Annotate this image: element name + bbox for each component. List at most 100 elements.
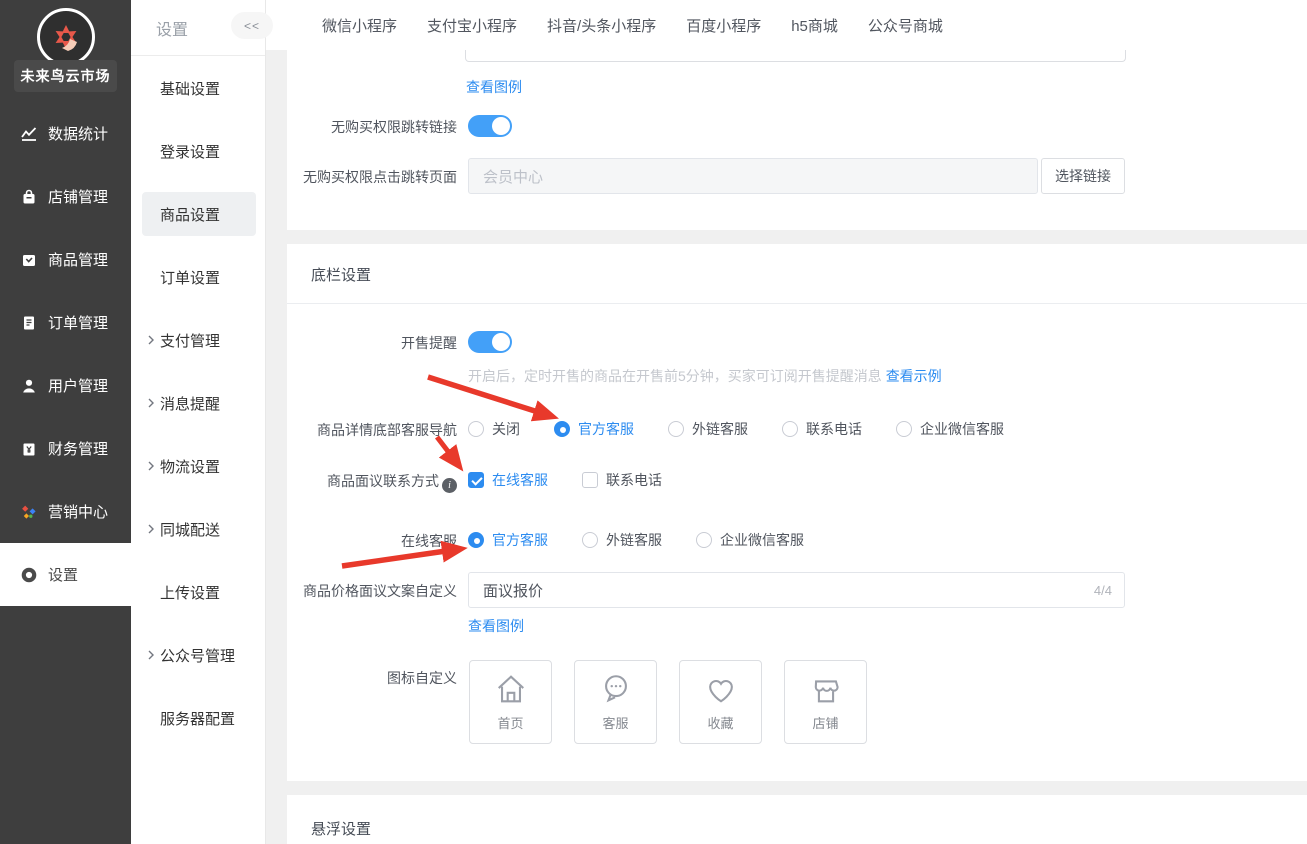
floating-settings-card: 悬浮设置 bbox=[287, 795, 1307, 844]
radio-external-service[interactable]: 外链客服 bbox=[668, 419, 748, 439]
tab-official-account-mall[interactable]: 公众号商城 bbox=[868, 15, 943, 36]
radio-official-service[interactable]: 官方客服 bbox=[554, 419, 634, 439]
sidebar-item-label: 设置 bbox=[48, 567, 79, 584]
sidebar-item-label: 财务管理 bbox=[48, 441, 109, 458]
radio-icon bbox=[782, 421, 798, 437]
info-icon: i bbox=[442, 478, 457, 493]
brand-logo-icon bbox=[37, 8, 95, 66]
radio-wecom-service[interactable]: 企业微信客服 bbox=[696, 530, 804, 550]
primary-sidebar: 未来鸟云市场 数据统计 店铺管理 商品管理 订单管理 用户管理 财务管理 营销中… bbox=[0, 0, 131, 844]
platform-tabbar: 微信小程序 支付宝小程序 抖音/头条小程序 百度小程序 h5商城 公众号商城 bbox=[266, 0, 1307, 50]
radio-wecom-service[interactable]: 企业微信客服 bbox=[896, 419, 1004, 439]
chevron-right-icon bbox=[148, 335, 154, 345]
price-text-label: 商品价格面议文案自定义 bbox=[303, 583, 457, 599]
checkbox-contact-phone[interactable]: 联系电话 bbox=[582, 470, 662, 490]
checkbox-online-service[interactable]: 在线客服 bbox=[468, 470, 548, 490]
view-example-link[interactable]: 查看图例 bbox=[466, 77, 522, 97]
radio-icon bbox=[668, 421, 684, 437]
sidebar-item-goods-mgmt[interactable]: 商品管理 bbox=[0, 228, 131, 291]
subnav-official-account-mgmt[interactable]: 公众号管理 bbox=[131, 633, 266, 677]
chart-icon bbox=[20, 125, 38, 143]
sidebar-item-statistics[interactable]: 数据统计 bbox=[0, 102, 131, 165]
divider bbox=[287, 303, 1307, 304]
icon-card-favorite[interactable]: 收藏 bbox=[679, 660, 762, 744]
subnav-payment-mgmt[interactable]: 支付管理 bbox=[131, 318, 266, 362]
store-icon bbox=[814, 680, 839, 703]
radio-icon bbox=[468, 421, 484, 437]
settings-sidebar-title: 设置 bbox=[156, 22, 189, 39]
collapse-sidebar-button[interactable]: << bbox=[231, 12, 273, 39]
icon-card-service[interactable]: 客服 bbox=[574, 660, 657, 744]
tab-baidu-miniprogram[interactable]: 百度小程序 bbox=[686, 15, 761, 36]
home-icon bbox=[497, 675, 524, 703]
finance-icon bbox=[20, 440, 38, 458]
clipped-input[interactable] bbox=[465, 50, 1126, 62]
favorite-icon bbox=[708, 679, 733, 703]
marketing-icon bbox=[20, 503, 38, 521]
subnav-login-settings[interactable]: 登录设置 bbox=[131, 129, 266, 173]
no-permission-page-input[interactable]: 会员中心 bbox=[468, 158, 1038, 194]
negotiable-contact-options: 在线客服 联系电话 bbox=[468, 470, 662, 490]
sidebar-item-label: 店铺管理 bbox=[48, 189, 109, 206]
sidebar-item-marketing[interactable]: 营销中心 bbox=[0, 480, 131, 543]
subnav-upload-settings[interactable]: 上传设置 bbox=[131, 570, 266, 614]
radio-icon bbox=[896, 421, 912, 437]
order-icon bbox=[20, 314, 38, 332]
radio-icon bbox=[582, 532, 598, 548]
online-service-label: 在线客服 bbox=[401, 533, 457, 549]
tab-douyin-miniprogram[interactable]: 抖音/头条小程序 bbox=[547, 15, 656, 36]
subnav-message-reminder[interactable]: 消息提醒 bbox=[131, 381, 266, 425]
user-icon bbox=[20, 377, 38, 395]
subnav-goods-settings[interactable]: 商品设置 bbox=[142, 192, 256, 236]
toggle-knob bbox=[492, 117, 510, 135]
radio-icon bbox=[696, 532, 712, 548]
checkbox-checked-icon bbox=[468, 472, 484, 488]
subnav-order-settings[interactable]: 订单设置 bbox=[131, 255, 266, 299]
subnav-server-config[interactable]: 服务器配置 bbox=[131, 696, 266, 740]
tab-wechat-miniprogram[interactable]: 微信小程序 bbox=[322, 15, 397, 36]
sidebar-item-label: 数据统计 bbox=[48, 126, 109, 143]
chevron-right-icon bbox=[148, 398, 154, 408]
radio-icon-selected bbox=[554, 421, 570, 437]
settings-sidebar: 设置 << 基础设置 登录设置 商品设置 订单设置 支付管理 消息提醒 物流设置… bbox=[131, 0, 273, 844]
no-permission-toggle[interactable] bbox=[468, 115, 512, 137]
sidebar-item-order-mgmt[interactable]: 订单管理 bbox=[0, 291, 131, 354]
shop-icon bbox=[20, 188, 38, 206]
no-permission-page-label: 无购买权限点击跳转页面 bbox=[303, 169, 457, 185]
price-text-input[interactable]: 面议报价 4/4 bbox=[468, 572, 1125, 608]
radio-external-service[interactable]: 外链客服 bbox=[582, 530, 662, 550]
main-content: 微信小程序 支付宝小程序 抖音/头条小程序 百度小程序 h5商城 公众号商城 查… bbox=[266, 0, 1307, 844]
sidebar-item-settings[interactable]: 设置 bbox=[0, 543, 131, 606]
view-sample-link[interactable]: 查看示例 bbox=[886, 368, 942, 384]
view-example-link[interactable]: 查看图例 bbox=[468, 616, 524, 636]
tab-alipay-miniprogram[interactable]: 支付宝小程序 bbox=[427, 15, 517, 36]
sidebar-item-label: 用户管理 bbox=[48, 378, 109, 395]
brand-name: 未来鸟云市场 bbox=[14, 60, 117, 92]
radio-icon-selected bbox=[468, 532, 484, 548]
sidebar-item-finance-mgmt[interactable]: 财务管理 bbox=[0, 417, 131, 480]
radio-contact-phone[interactable]: 联系电话 bbox=[782, 419, 862, 439]
tab-h5-mall[interactable]: h5商城 bbox=[791, 15, 838, 36]
sidebar-item-user-mgmt[interactable]: 用户管理 bbox=[0, 354, 131, 417]
goods-icon bbox=[20, 251, 38, 269]
radio-official-service[interactable]: 官方客服 bbox=[468, 530, 548, 550]
sidebar-item-store-mgmt[interactable]: 店铺管理 bbox=[0, 165, 131, 228]
toggle-knob bbox=[492, 333, 510, 351]
card-title: 底栏设置 bbox=[311, 267, 372, 284]
icon-card-home[interactable]: 首页 bbox=[469, 660, 552, 744]
subnav-logistics-settings[interactable]: 物流设置 bbox=[131, 444, 266, 488]
radio-close[interactable]: 关闭 bbox=[468, 419, 520, 439]
bottom-bar-settings-card: 底栏设置 开售提醒 开启后，定时开售的商品在开售前5分钟，买家可订阅开售提醒消息… bbox=[287, 244, 1307, 781]
subnav-city-delivery[interactable]: 同城配送 bbox=[131, 507, 266, 551]
char-counter: 4/4 bbox=[1093, 582, 1112, 598]
subnav-basic-settings[interactable]: 基础设置 bbox=[131, 66, 266, 110]
admin-app: 未来鸟云市场 数据统计 店铺管理 商品管理 订单管理 用户管理 财务管理 营销中… bbox=[0, 0, 1307, 844]
sale-reminder-toggle[interactable] bbox=[468, 331, 512, 353]
icon-custom-label: 图标自定义 bbox=[387, 670, 457, 686]
choose-link-button[interactable]: 选择链接 bbox=[1041, 158, 1125, 194]
sidebar-item-label: 商品管理 bbox=[48, 252, 109, 269]
icon-card-store[interactable]: 店铺 bbox=[784, 660, 867, 744]
gear-icon bbox=[20, 566, 38, 584]
sidebar-item-label: 订单管理 bbox=[48, 315, 109, 332]
chevron-right-icon bbox=[148, 524, 154, 534]
